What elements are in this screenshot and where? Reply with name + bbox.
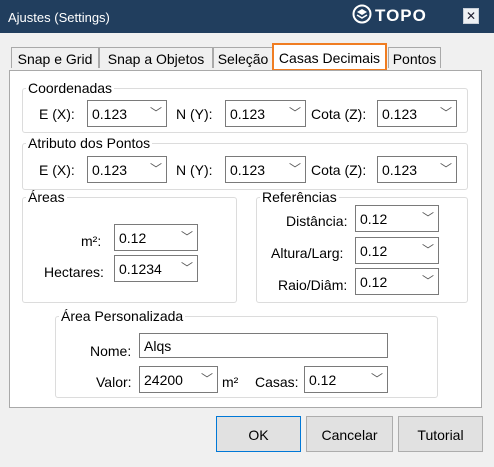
- chevron-down-icon: ﹀: [288, 106, 301, 120]
- attr-n-label: N (Y):: [176, 162, 213, 178]
- ref-altura-select[interactable]: 0.12 ﹀: [355, 237, 439, 264]
- valor-unit-label: m²: [222, 374, 239, 390]
- ref-raio-label: Raio/Diâm:: [278, 277, 348, 293]
- coordenadas-title: Coordenadas: [28, 80, 113, 96]
- attr-cota-select[interactable]: 0.123 ﹀: [377, 156, 457, 183]
- attr-n-select[interactable]: 0.123 ﹀: [225, 156, 306, 183]
- title-bar: Ajustes (Settings) TOPO ✕: [0, 0, 494, 33]
- app-logo: TOPO: [352, 4, 427, 29]
- window-title: Ajustes (Settings): [8, 10, 110, 25]
- tab-snap-a-objetos[interactable]: Snap a Objetos: [99, 47, 213, 68]
- logo-text: TOPO: [375, 6, 427, 25]
- chevron-down-icon: ﹀: [180, 261, 193, 275]
- ref-distancia-label: Distância:: [286, 213, 348, 229]
- chevron-down-icon: ﹀: [439, 162, 452, 176]
- chevron-down-icon: ﹀: [288, 162, 301, 176]
- chevron-down-icon: ﹀: [149, 162, 162, 176]
- referencias-title: Referências: [262, 189, 337, 205]
- areas-title: Áreas: [28, 189, 65, 205]
- areas-m2-label: m²:: [81, 233, 102, 249]
- ok-button[interactable]: OK: [216, 416, 301, 452]
- area-personalizada-title: Área Personalizada: [61, 308, 184, 324]
- close-button[interactable]: ✕: [463, 8, 479, 24]
- areas-hectares-label: Hectares:: [44, 264, 104, 280]
- attr-e-label: E (X):: [39, 162, 75, 178]
- close-icon: ✕: [465, 9, 477, 23]
- tab-selecao[interactable]: Seleção: [213, 47, 273, 68]
- atributo-title: Atributo dos Pontos: [28, 135, 151, 151]
- chevron-down-icon: ﹀: [421, 274, 434, 288]
- attr-e-select[interactable]: 0.123 ﹀: [87, 156, 167, 183]
- chevron-down-icon: ﹀: [370, 372, 383, 386]
- tutorial-button[interactable]: Tutorial: [398, 416, 483, 452]
- coord-n-label: N (Y):: [176, 106, 213, 122]
- nome-input[interactable]: Alqs: [139, 333, 388, 358]
- coord-cota-select[interactable]: 0.123 ﹀: [377, 100, 457, 127]
- chevron-down-icon: ﹀: [421, 243, 434, 257]
- coord-n-select[interactable]: 0.123 ﹀: [225, 100, 306, 127]
- coord-e-label: E (X):: [39, 106, 75, 122]
- chevron-down-icon: ﹀: [200, 372, 213, 386]
- chevron-down-icon: ﹀: [421, 211, 434, 225]
- casas-label: Casas:: [255, 374, 299, 390]
- valor-select[interactable]: 24200 ﹀: [139, 366, 218, 393]
- chevron-down-icon: ﹀: [439, 106, 452, 120]
- tab-pontos[interactable]: Pontos: [388, 47, 441, 68]
- cancel-button[interactable]: Cancelar: [306, 416, 393, 452]
- nome-label: Nome:: [90, 343, 132, 359]
- ref-distancia-select[interactable]: 0.12 ﹀: [355, 205, 439, 232]
- ref-raio-select[interactable]: 0.12 ﹀: [355, 268, 439, 295]
- chevron-down-icon: ﹀: [149, 106, 162, 120]
- attr-cota-label: Cota (Z):: [311, 162, 367, 178]
- tab-casas-decimais[interactable]: Casas Decimais: [272, 43, 387, 71]
- areas-hectares-select[interactable]: 0.1234 ﹀: [114, 255, 198, 282]
- ref-altura-label: Altura/Larg:: [271, 245, 344, 261]
- topo-logo-icon: [352, 4, 372, 29]
- tab-snap-e-grid[interactable]: Snap e Grid: [11, 47, 99, 68]
- coord-cota-label: Cota (Z):: [311, 106, 367, 122]
- casas-select[interactable]: 0.12 ﹀: [304, 366, 388, 393]
- coord-e-select[interactable]: 0.123 ﹀: [87, 100, 167, 127]
- chevron-down-icon: ﹀: [180, 230, 193, 244]
- valor-label: Valor:: [96, 374, 132, 390]
- areas-m2-select[interactable]: 0.12 ﹀: [114, 224, 198, 251]
